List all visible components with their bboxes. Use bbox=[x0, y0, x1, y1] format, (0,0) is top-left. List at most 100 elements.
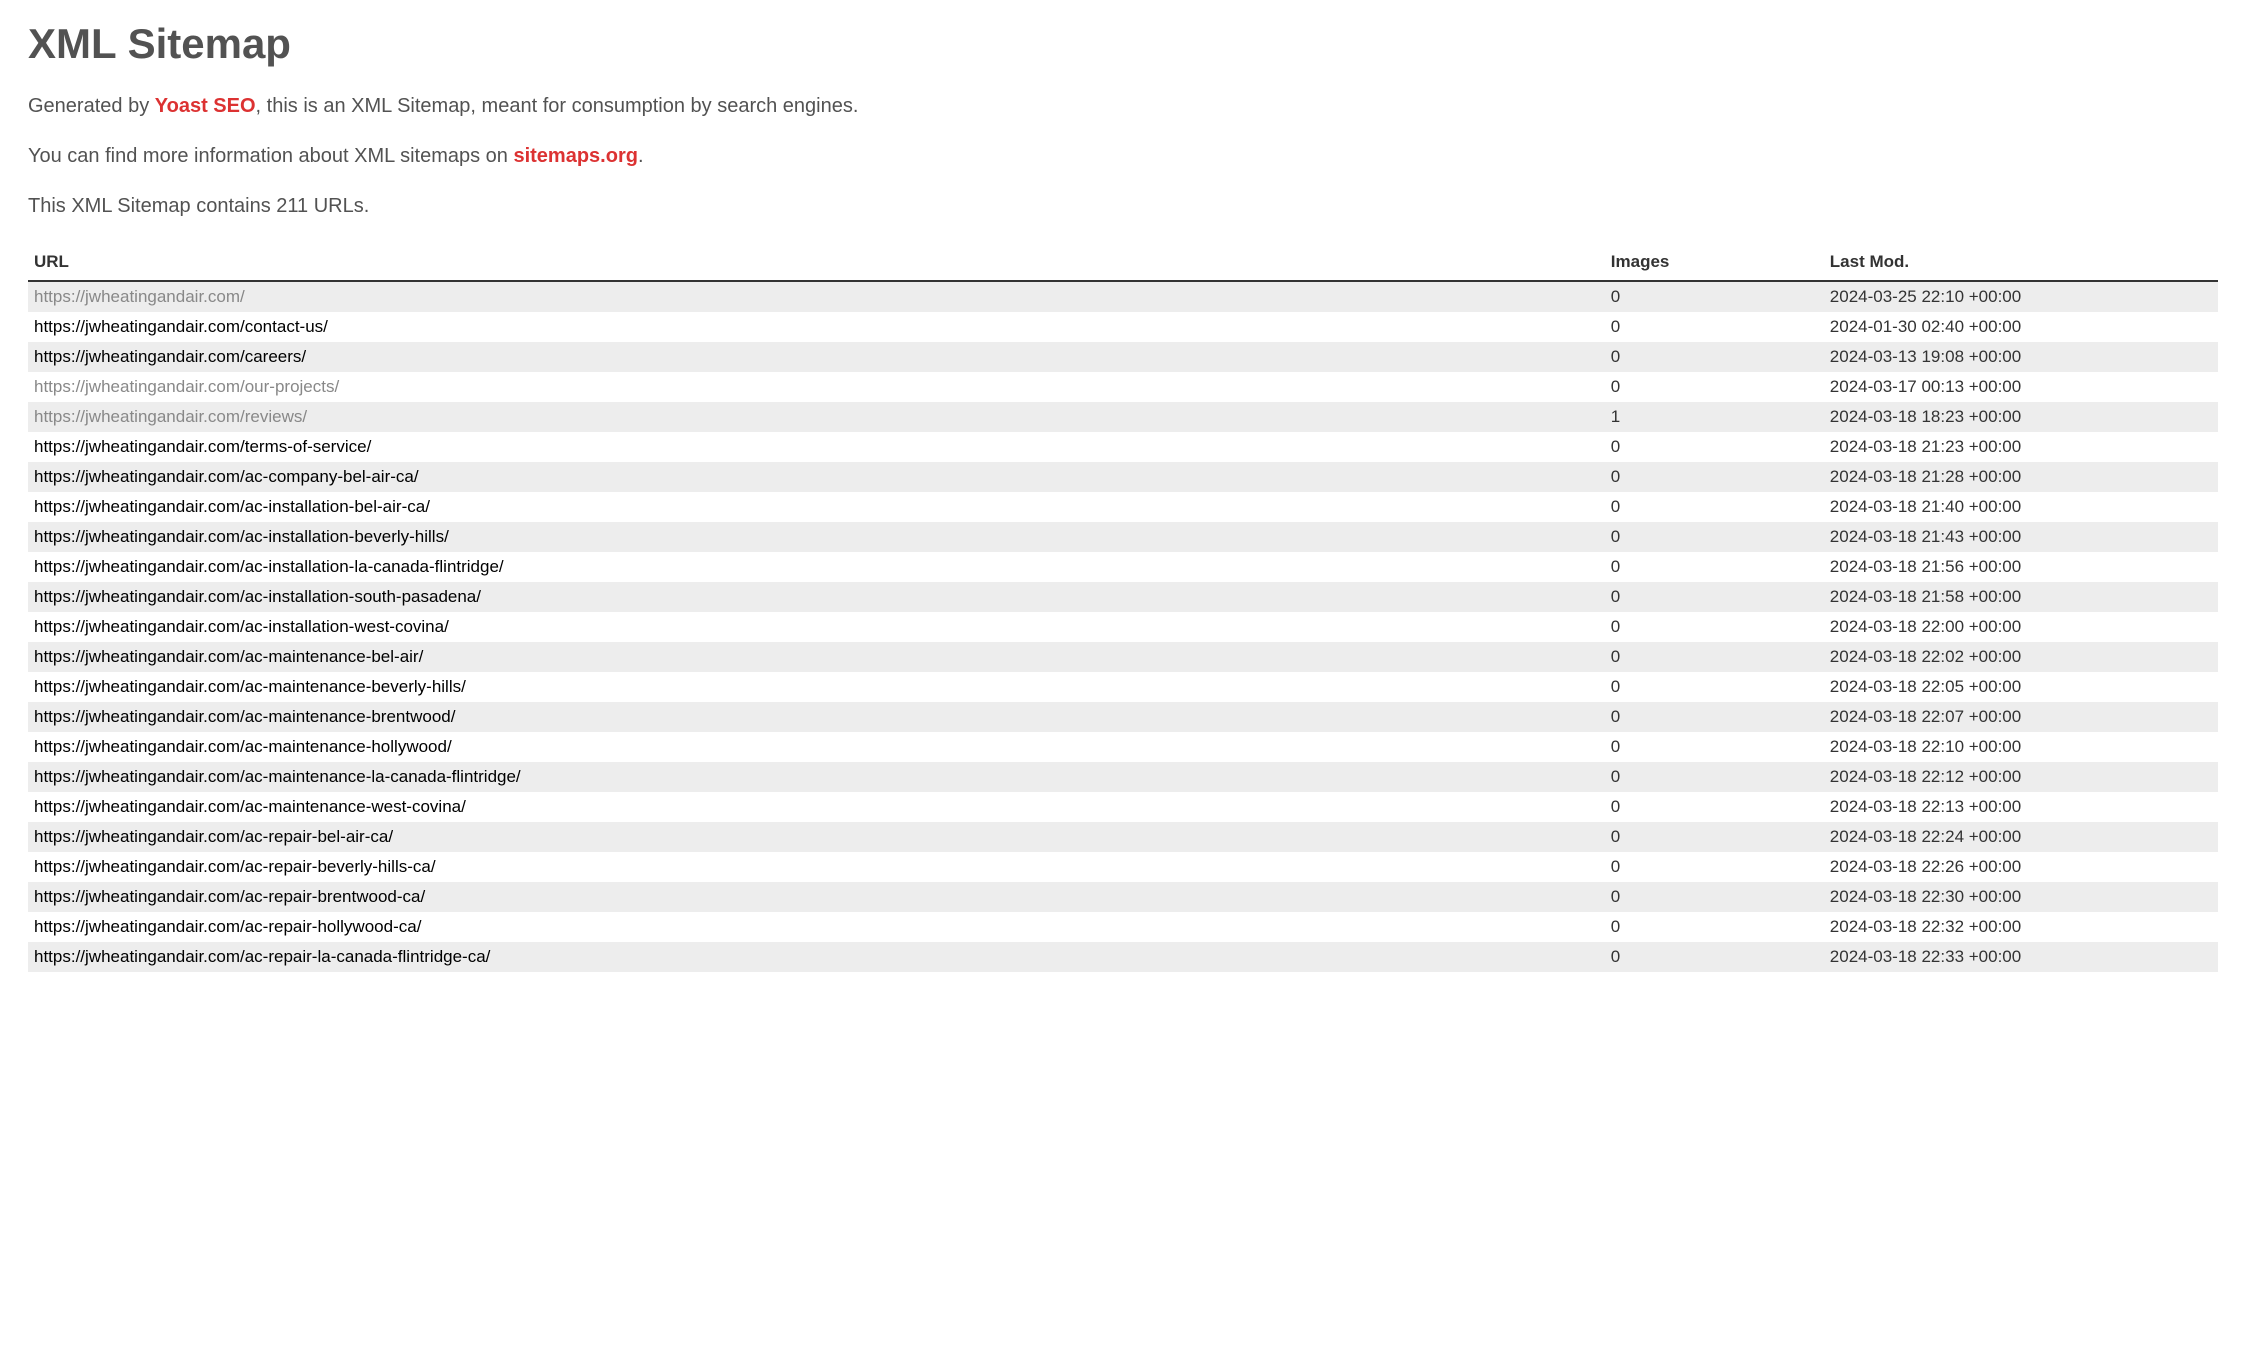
table-row: https://jwheatingandair.com/our-projects… bbox=[28, 372, 2218, 402]
cell-url: https://jwheatingandair.com/ac-repair-la… bbox=[28, 942, 1605, 972]
cell-lastmod: 2024-03-18 18:23 +00:00 bbox=[1824, 402, 2218, 432]
cell-lastmod: 2024-03-18 22:12 +00:00 bbox=[1824, 762, 2218, 792]
sitemaps-link[interactable]: sitemaps.org bbox=[513, 145, 637, 167]
cell-lastmod: 2024-03-18 22:24 +00:00 bbox=[1824, 822, 2218, 852]
cell-images: 0 bbox=[1605, 822, 1824, 852]
sitemap-url-link[interactable]: https://jwheatingandair.com/ac-repair-br… bbox=[34, 887, 425, 906]
sitemap-url-link[interactable]: https://jwheatingandair.com/ac-repair-be… bbox=[34, 857, 436, 876]
table-row: https://jwheatingandair.com/ac-installat… bbox=[28, 522, 2218, 552]
cell-lastmod: 2024-03-18 21:58 +00:00 bbox=[1824, 582, 2218, 612]
cell-lastmod: 2024-03-17 00:13 +00:00 bbox=[1824, 372, 2218, 402]
table-row: https://jwheatingandair.com/ac-repair-ho… bbox=[28, 912, 2218, 942]
cell-url: https://jwheatingandair.com/ac-installat… bbox=[28, 552, 1605, 582]
sitemap-url-link[interactable]: https://jwheatingandair.com/ac-installat… bbox=[34, 527, 449, 546]
cell-url: https://jwheatingandair.com/reviews/ bbox=[28, 402, 1605, 432]
table-row: https://jwheatingandair.com/ac-repair-be… bbox=[28, 822, 2218, 852]
cell-images: 0 bbox=[1605, 882, 1824, 912]
cell-lastmod: 2024-03-18 22:10 +00:00 bbox=[1824, 732, 2218, 762]
sitemap-url-link[interactable]: https://jwheatingandair.com/ac-repair-ho… bbox=[34, 917, 421, 936]
col-header-images: Images bbox=[1605, 242, 1824, 281]
table-row: https://jwheatingandair.com/ac-maintenan… bbox=[28, 732, 2218, 762]
cell-lastmod: 2024-03-18 21:43 +00:00 bbox=[1824, 522, 2218, 552]
page-title: XML Sitemap bbox=[28, 20, 2218, 68]
table-row: https://jwheatingandair.com/terms-of-ser… bbox=[28, 432, 2218, 462]
cell-url: https://jwheatingandair.com/ac-maintenan… bbox=[28, 642, 1605, 672]
cell-lastmod: 2024-03-18 22:05 +00:00 bbox=[1824, 672, 2218, 702]
cell-url: https://jwheatingandair.com/ac-installat… bbox=[28, 612, 1605, 642]
sitemap-url-link[interactable]: https://jwheatingandair.com/careers/ bbox=[34, 347, 306, 366]
count-line: This XML Sitemap contains 211 URLs. bbox=[28, 192, 2218, 220]
cell-url: https://jwheatingandair.com/ac-maintenan… bbox=[28, 702, 1605, 732]
cell-url: https://jwheatingandair.com/ac-repair-be… bbox=[28, 822, 1605, 852]
cell-images: 0 bbox=[1605, 852, 1824, 882]
table-row: https://jwheatingandair.com/ac-maintenan… bbox=[28, 702, 2218, 732]
cell-lastmod: 2024-01-30 02:40 +00:00 bbox=[1824, 312, 2218, 342]
cell-lastmod: 2024-03-18 22:33 +00:00 bbox=[1824, 942, 2218, 972]
col-header-url: URL bbox=[28, 242, 1605, 281]
cell-url: https://jwheatingandair.com/ac-maintenan… bbox=[28, 732, 1605, 762]
table-row: https://jwheatingandair.com/02024-03-25 … bbox=[28, 281, 2218, 312]
sitemap-url-link[interactable]: https://jwheatingandair.com/ac-maintenan… bbox=[34, 677, 466, 696]
table-row: https://jwheatingandair.com/contact-us/0… bbox=[28, 312, 2218, 342]
sitemap-url-link[interactable]: https://jwheatingandair.com/ac-maintenan… bbox=[34, 737, 452, 756]
cell-images: 0 bbox=[1605, 732, 1824, 762]
yoast-link[interactable]: Yoast SEO bbox=[155, 95, 256, 117]
cell-images: 0 bbox=[1605, 702, 1824, 732]
table-row: https://jwheatingandair.com/ac-maintenan… bbox=[28, 762, 2218, 792]
sitemap-url-link[interactable]: https://jwheatingandair.com/ac-maintenan… bbox=[34, 767, 521, 786]
cell-url: https://jwheatingandair.com/ bbox=[28, 281, 1605, 312]
table-row: https://jwheatingandair.com/ac-company-b… bbox=[28, 462, 2218, 492]
table-row: https://jwheatingandair.com/ac-installat… bbox=[28, 582, 2218, 612]
generated-suffix: , this is an XML Sitemap, meant for cons… bbox=[256, 95, 859, 117]
sitemap-url-link[interactable]: https://jwheatingandair.com/reviews/ bbox=[34, 407, 307, 426]
cell-url: https://jwheatingandair.com/ac-installat… bbox=[28, 522, 1605, 552]
sitemap-url-link[interactable]: https://jwheatingandair.com/ac-repair-la… bbox=[34, 947, 490, 966]
cell-images: 0 bbox=[1605, 552, 1824, 582]
sitemap-url-link[interactable]: https://jwheatingandair.com/ac-installat… bbox=[34, 497, 430, 516]
cell-url: https://jwheatingandair.com/contact-us/ bbox=[28, 312, 1605, 342]
sitemap-url-link[interactable]: https://jwheatingandair.com/ac-maintenan… bbox=[34, 647, 423, 666]
sitemap-url-link[interactable]: https://jwheatingandair.com/ac-repair-be… bbox=[34, 827, 393, 846]
sitemap-url-link[interactable]: https://jwheatingandair.com/contact-us/ bbox=[34, 317, 328, 336]
intro-block: Generated by Yoast SEO, this is an XML S… bbox=[28, 92, 2218, 220]
cell-lastmod: 2024-03-13 19:08 +00:00 bbox=[1824, 342, 2218, 372]
sitemap-url-link[interactable]: https://jwheatingandair.com/ac-installat… bbox=[34, 587, 481, 606]
cell-url: https://jwheatingandair.com/careers/ bbox=[28, 342, 1605, 372]
cell-images: 0 bbox=[1605, 462, 1824, 492]
sitemap-url-link[interactable]: https://jwheatingandair.com/our-projects… bbox=[34, 377, 339, 396]
cell-lastmod: 2024-03-18 21:40 +00:00 bbox=[1824, 492, 2218, 522]
moreinfo-suffix: . bbox=[638, 145, 644, 167]
cell-images: 0 bbox=[1605, 642, 1824, 672]
sitemap-url-link[interactable]: https://jwheatingandair.com/terms-of-ser… bbox=[34, 437, 371, 456]
cell-lastmod: 2024-03-18 21:23 +00:00 bbox=[1824, 432, 2218, 462]
table-row: https://jwheatingandair.com/ac-repair-la… bbox=[28, 942, 2218, 972]
cell-images: 0 bbox=[1605, 432, 1824, 462]
sitemap-url-link[interactable]: https://jwheatingandair.com/ac-maintenan… bbox=[34, 797, 466, 816]
table-row: https://jwheatingandair.com/ac-installat… bbox=[28, 492, 2218, 522]
sitemap-url-link[interactable]: https://jwheatingandair.com/ bbox=[34, 287, 245, 306]
cell-lastmod: 2024-03-18 22:00 +00:00 bbox=[1824, 612, 2218, 642]
cell-url: https://jwheatingandair.com/ac-maintenan… bbox=[28, 762, 1605, 792]
cell-url: https://jwheatingandair.com/ac-repair-be… bbox=[28, 852, 1605, 882]
cell-images: 0 bbox=[1605, 582, 1824, 612]
cell-url: https://jwheatingandair.com/ac-repair-br… bbox=[28, 882, 1605, 912]
table-row: https://jwheatingandair.com/ac-maintenan… bbox=[28, 792, 2218, 822]
table-row: https://jwheatingandair.com/ac-installat… bbox=[28, 552, 2218, 582]
cell-images: 0 bbox=[1605, 342, 1824, 372]
cell-lastmod: 2024-03-18 22:30 +00:00 bbox=[1824, 882, 2218, 912]
sitemap-url-link[interactable]: https://jwheatingandair.com/ac-installat… bbox=[34, 557, 504, 576]
sitemap-url-link[interactable]: https://jwheatingandair.com/ac-company-b… bbox=[34, 467, 419, 486]
cell-images: 0 bbox=[1605, 612, 1824, 642]
cell-url: https://jwheatingandair.com/ac-maintenan… bbox=[28, 672, 1605, 702]
table-row: https://jwheatingandair.com/ac-maintenan… bbox=[28, 642, 2218, 672]
cell-url: https://jwheatingandair.com/ac-maintenan… bbox=[28, 792, 1605, 822]
cell-images: 0 bbox=[1605, 522, 1824, 552]
generated-prefix: Generated by bbox=[28, 95, 155, 117]
generated-line: Generated by Yoast SEO, this is an XML S… bbox=[28, 92, 2218, 120]
cell-lastmod: 2024-03-18 21:56 +00:00 bbox=[1824, 552, 2218, 582]
cell-url: https://jwheatingandair.com/ac-installat… bbox=[28, 492, 1605, 522]
sitemap-url-link[interactable]: https://jwheatingandair.com/ac-maintenan… bbox=[34, 707, 455, 726]
sitemap-url-link[interactable]: https://jwheatingandair.com/ac-installat… bbox=[34, 617, 449, 636]
table-row: https://jwheatingandair.com/careers/0202… bbox=[28, 342, 2218, 372]
cell-lastmod: 2024-03-18 21:28 +00:00 bbox=[1824, 462, 2218, 492]
